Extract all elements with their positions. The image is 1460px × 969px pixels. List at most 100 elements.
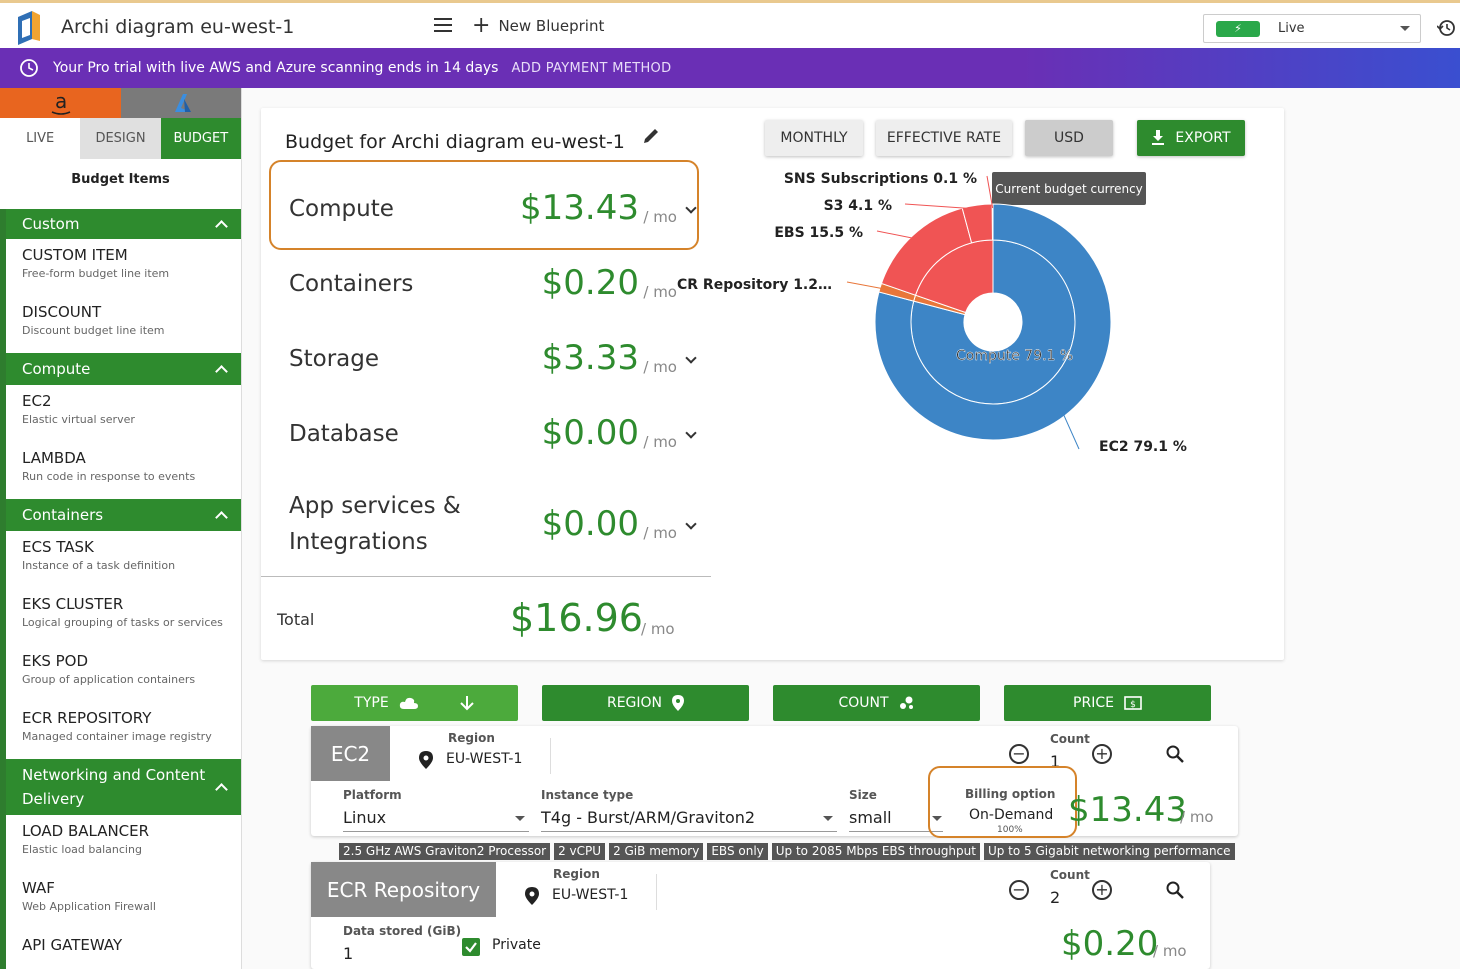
- count-input[interactable]: 2: [1050, 888, 1060, 907]
- column-label: REGION: [606, 695, 663, 711]
- outer-ring-label: EBS 15.5 %: [774, 225, 863, 241]
- chevron-down-icon: [515, 816, 525, 821]
- sidebar-item-load-balancer[interactable]: LOAD BALANCER Elastic load balancing: [6, 815, 241, 872]
- tab-budget[interactable]: BUDGET: [160, 118, 241, 159]
- history-icon[interactable]: [1437, 19, 1455, 37]
- billing-option-select[interactable]: On-Demand: [969, 807, 1053, 823]
- region-label: Region: [553, 867, 600, 881]
- spec-chip: Up to 5 Gigabit networking performance: [983, 843, 1235, 860]
- decrement-count-button[interactable]: −: [1009, 744, 1029, 764]
- dollar-bill-icon: $: [1124, 696, 1142, 710]
- item-desc: Logical grouping of tasks or services: [22, 616, 223, 629]
- sort-count-button[interactable]: COUNT: [773, 685, 980, 721]
- usd-button[interactable]: USD: [1025, 120, 1113, 156]
- export-label: EXPORT: [1175, 130, 1231, 146]
- new-blueprint-button[interactable]: + New Blueprint: [472, 15, 604, 37]
- ec2-price-unit: / mo: [1180, 808, 1214, 826]
- sidebar-item-lambda[interactable]: LAMBDA Run code in response to events: [6, 442, 241, 499]
- sidebar-item-eks-cluster[interactable]: EKS CLUSTER Logical grouping of tasks or…: [6, 588, 241, 645]
- azure-icon: [175, 94, 191, 112]
- top-bar: Archi diagram eu-west-1 + New Blueprint …: [0, 0, 1460, 48]
- live-environment-select[interactable]: ⚡ Live: [1203, 14, 1421, 43]
- total-unit: / mo: [641, 620, 675, 638]
- leader-line: [846, 281, 885, 290]
- budget-sidebar: a LIVE DESIGN BUDGET Budget Items Custom…: [0, 88, 242, 969]
- budget-row-storage[interactable]: Storage $3.33 / mo: [289, 336, 699, 406]
- trial-banner: Your Pro trial with live AWS and Azure s…: [0, 48, 1460, 88]
- instance-type-label: Instance type: [541, 788, 634, 802]
- budget-row-containers[interactable]: Containers $0.20 / mo: [289, 261, 699, 331]
- data-stored-label: Data stored (GiB): [343, 924, 462, 938]
- ec2-spec-chips: 2.5 GHz AWS Graviton2 Processor 2 vCPU 2…: [339, 843, 1235, 860]
- region-select[interactable]: EU-WEST-1: [446, 751, 522, 767]
- row-amount: $0.00: [541, 413, 639, 453]
- increment-count-button[interactable]: +: [1092, 744, 1112, 764]
- spec-chip: EBS only: [707, 843, 768, 860]
- size-select[interactable]: small: [849, 808, 892, 827]
- total-label: Total: [277, 610, 315, 629]
- sidebar-item-custom-item[interactable]: CUSTOM ITEM Free-form budget line item: [6, 239, 241, 296]
- instance-type-select[interactable]: T4g - Burst/ARM/Graviton2: [541, 808, 755, 827]
- item-desc: Run code in response to events: [22, 470, 196, 483]
- ecr-price: $0.20: [1061, 924, 1159, 964]
- dots-icon: [899, 696, 913, 709]
- sort-price-button[interactable]: PRICE $: [1004, 685, 1211, 721]
- arrow-down-icon: [459, 696, 474, 711]
- budget-row-app-services[interactable]: App services & Integrations $0.00 / mo: [289, 488, 699, 568]
- row-label: Storage: [289, 346, 379, 372]
- sidebar-item-waf[interactable]: WAF Web Application Firewall: [6, 872, 241, 929]
- ec2-tag: EC2: [311, 726, 390, 781]
- sidebar-item-discount[interactable]: DISCOUNT Discount budget line item: [6, 296, 241, 353]
- sort-type-button[interactable]: TYPE: [311, 685, 518, 721]
- row-amount: $3.33: [541, 338, 639, 378]
- sidebar-item-ecs-task[interactable]: ECS TASK Instance of a task definition: [6, 531, 241, 588]
- item-desc: Free-form budget line item: [22, 267, 170, 280]
- budget-donut-chart: Compute 79.1 % EC2 79.1 % ECR Repository 1…: [677, 171, 1187, 455]
- outer-ring-slice[interactable]: [991, 203, 994, 241]
- leader-line: [1062, 412, 1080, 450]
- item-name: LAMBDA: [22, 449, 86, 467]
- pencil-icon[interactable]: [641, 126, 661, 146]
- budget-row-database[interactable]: Database $0.00 / mo: [289, 411, 699, 481]
- sidebar-item-ecr-repository[interactable]: ECR REPOSITORY Managed container image r…: [6, 702, 241, 759]
- effective-rate-button[interactable]: EFFECTIVE RATE: [876, 120, 1012, 156]
- platform-select[interactable]: Linux: [343, 808, 386, 827]
- increment-count-button[interactable]: +: [1092, 880, 1112, 900]
- tab-design[interactable]: DESIGN: [80, 118, 161, 159]
- row-unit: / mo: [643, 283, 677, 301]
- hava-logo-icon[interactable]: [14, 9, 42, 45]
- row-label: Containers: [289, 271, 414, 297]
- sort-region-button[interactable]: REGION: [542, 685, 749, 721]
- row-label-line-1: App services &: [289, 493, 461, 519]
- search-icon[interactable]: [1166, 881, 1184, 899]
- aws-tab[interactable]: a: [0, 88, 121, 118]
- decrement-count-button[interactable]: −: [1009, 880, 1029, 900]
- search-icon[interactable]: [1166, 745, 1184, 763]
- monthly-button[interactable]: MONTHLY: [765, 120, 863, 156]
- budget-title: Budget for Archi diagram eu-west-1: [285, 131, 625, 153]
- check-icon: [465, 942, 477, 953]
- azure-tab[interactable]: [121, 88, 241, 118]
- item-desc: Discount budget line item: [22, 324, 165, 337]
- ec2-line-item: EC2 Region EU-WEST-1 − Count 1 + Platfor…: [311, 726, 1238, 838]
- add-payment-link[interactable]: ADD PAYMENT METHOD: [511, 61, 671, 76]
- budget-row-compute[interactable]: Compute $13.43 / mo: [289, 186, 699, 256]
- hamburger-menu-icon[interactable]: [434, 18, 452, 32]
- clock-icon: [20, 59, 38, 77]
- region-select[interactable]: EU-WEST-1: [552, 887, 628, 903]
- data-stored-input[interactable]: 1: [343, 944, 353, 963]
- tab-live[interactable]: LIVE: [0, 118, 81, 159]
- row-amount: $0.20: [541, 263, 639, 303]
- category-custom[interactable]: Custom: [6, 209, 241, 239]
- category-containers[interactable]: Containers: [6, 499, 241, 531]
- sidebar-item-api-gateway[interactable]: API GATEWAY: [6, 929, 241, 969]
- sidebar-item-ec2[interactable]: EC2 Elastic virtual server: [6, 385, 241, 442]
- private-checkbox[interactable]: [462, 938, 480, 956]
- export-button[interactable]: EXPORT: [1137, 120, 1245, 156]
- category-networking[interactable]: Networking and Content Delivery: [6, 759, 241, 815]
- category-compute[interactable]: Compute: [6, 353, 241, 385]
- size-label: Size: [849, 788, 877, 802]
- total-amount: $16.96: [510, 596, 643, 640]
- sidebar-item-eks-pod[interactable]: EKS POD Group of application containers: [6, 645, 241, 702]
- category-label: Compute: [22, 360, 91, 378]
